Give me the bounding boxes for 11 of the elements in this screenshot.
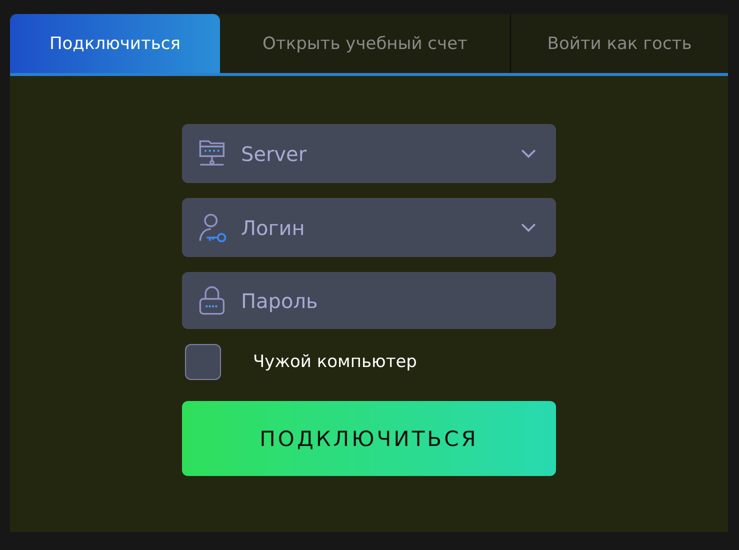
tab[interactable]: Войти как гость <box>510 14 728 73</box>
tab[interactable]: Открыть учебный счет <box>220 14 510 73</box>
chevron-down-icon[interactable] <box>521 148 536 158</box>
tab[interactable]: Подключиться <box>10 14 220 73</box>
dropdown-field[interactable]: Server <box>182 124 556 183</box>
dropdown-field[interactable]: Логин <box>182 198 556 257</box>
checkbox[interactable] <box>185 344 221 380</box>
password-field[interactable]: Пароль <box>182 272 556 329</box>
connect-button[interactable]: ПОДКЛЮЧИТЬСЯ <box>182 401 556 476</box>
chevron-down-icon[interactable] <box>521 222 536 232</box>
checkbox-label: Чужой компьютер <box>253 352 417 372</box>
